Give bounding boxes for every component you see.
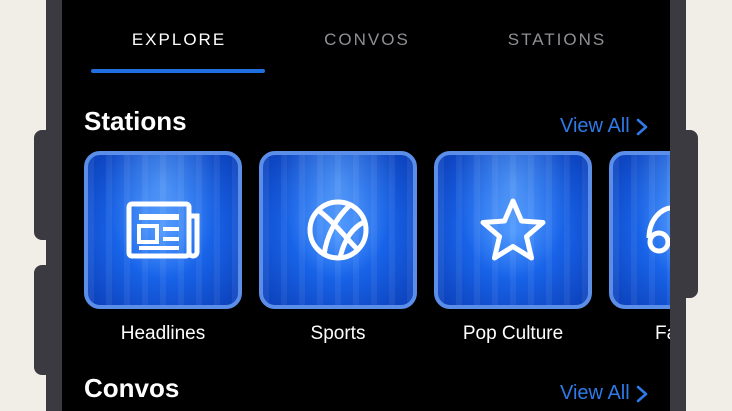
app-screen: EXPLORE CONVOS STATIONS Stations View Al…	[62, 0, 670, 411]
volume-up-button	[34, 130, 54, 240]
stations-view-all-link[interactable]: View All	[560, 115, 648, 138]
stations-section-title: Stations	[84, 106, 187, 136]
chevron-right-icon	[636, 385, 647, 402]
view-all-label: View All	[560, 115, 630, 137]
station-label-fa: Fa	[655, 323, 670, 344]
station-card-headlines[interactable]	[84, 151, 242, 309]
tab-convos[interactable]: CONVOS	[292, 30, 442, 50]
volume-down-button	[34, 265, 54, 375]
partial-icon	[646, 205, 670, 254]
tab-stations[interactable]: STATIONS	[482, 30, 632, 50]
station-label-pop-culture: Pop Culture	[462, 323, 564, 344]
star-icon	[480, 198, 546, 261]
convos-section-title: Convos	[84, 373, 180, 403]
power-button	[678, 130, 698, 298]
basketball-icon	[307, 199, 369, 261]
station-card-fa[interactable]	[609, 151, 670, 309]
newspaper-icon	[126, 201, 200, 259]
tab-bar: EXPLORE CONVOS STATIONS	[62, 0, 670, 74]
chevron-right-icon	[636, 118, 647, 135]
tab-explore[interactable]: EXPLORE	[92, 30, 266, 50]
active-tab-indicator	[91, 69, 265, 73]
station-card-pop-culture[interactable]	[434, 151, 592, 309]
station-label-sports: Sports	[310, 323, 366, 344]
station-label-headlines: Headlines	[120, 323, 206, 344]
convos-view-all-link[interactable]: View All	[560, 382, 648, 405]
station-card-sports[interactable]	[259, 151, 417, 309]
view-all-label: View All	[560, 382, 630, 404]
